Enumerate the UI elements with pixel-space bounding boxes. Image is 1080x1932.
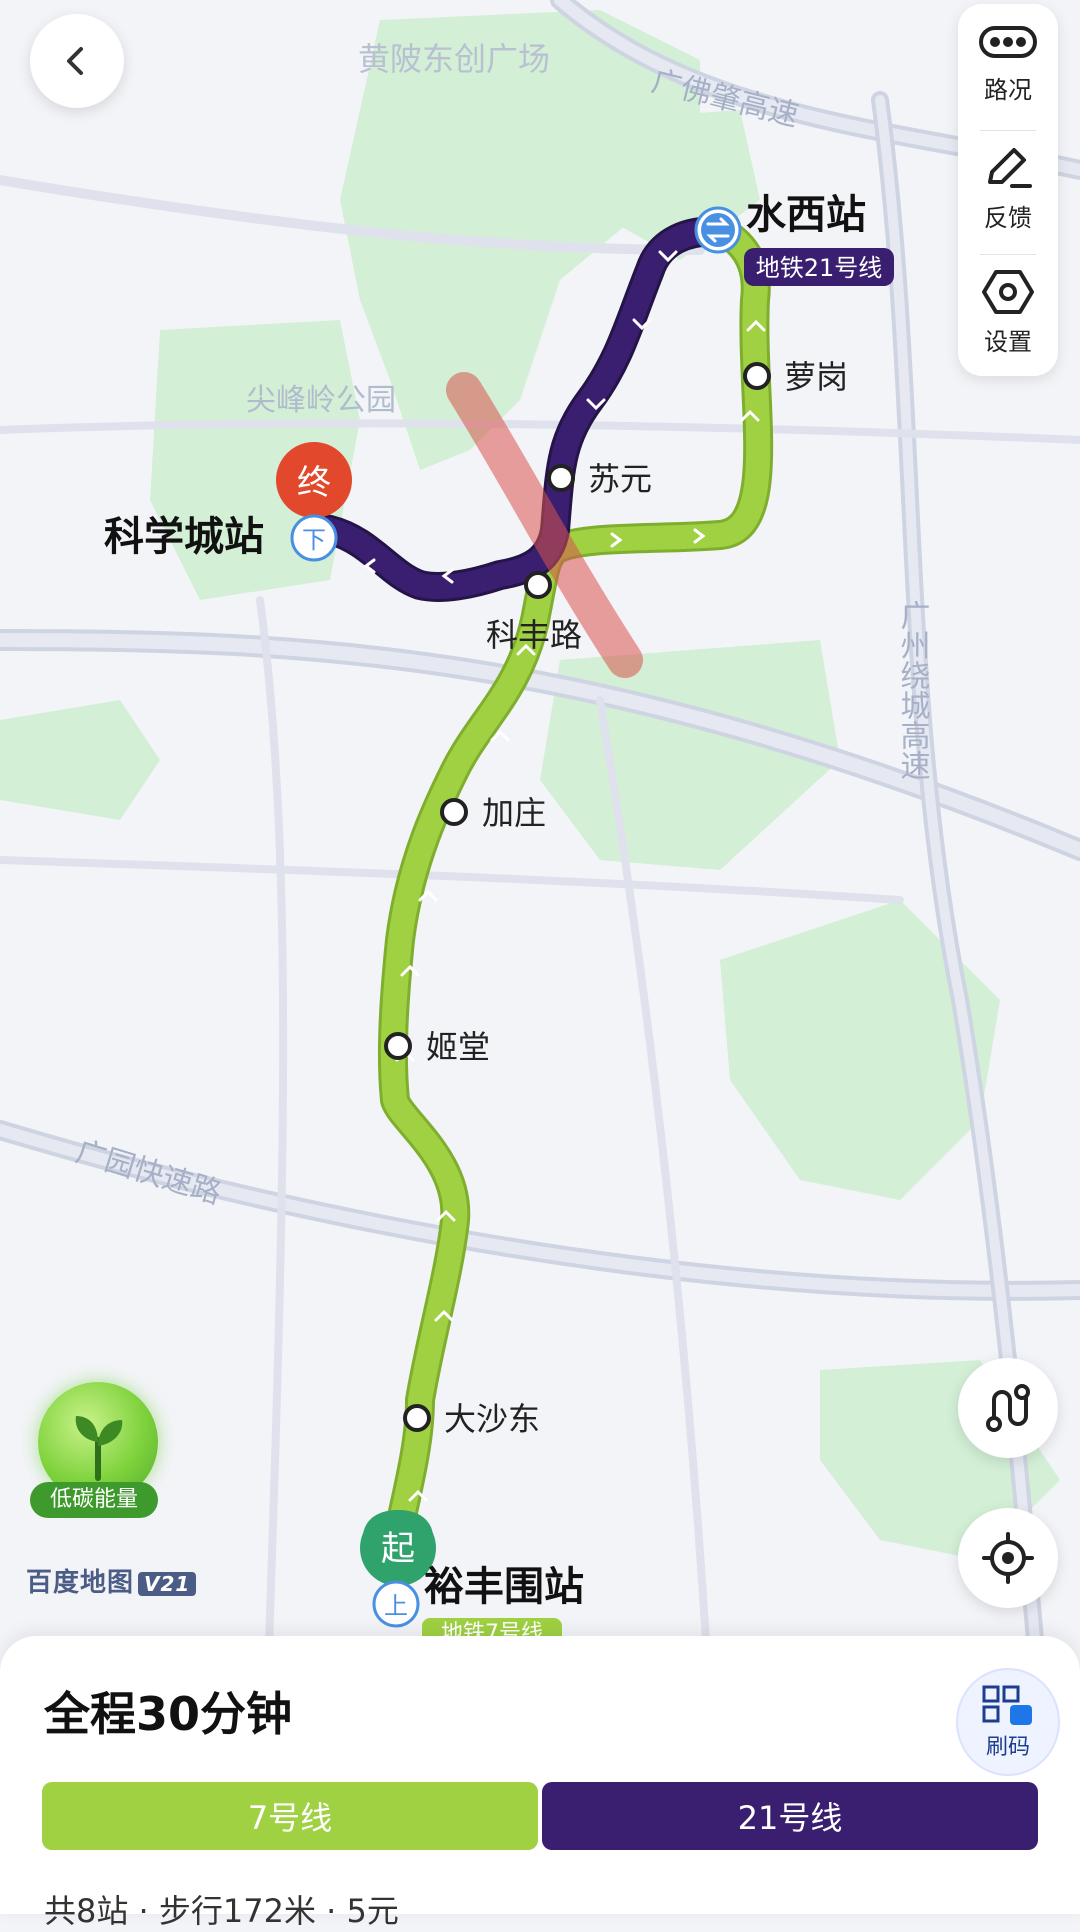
end-station-label: 科学城站: [104, 514, 264, 560]
locate-button[interactable]: [958, 1508, 1058, 1608]
hexagon-gear-icon: [982, 270, 1034, 314]
toolbar-divider: [980, 254, 1036, 255]
brand-name: 百度地图: [26, 1568, 135, 1598]
station-label-luogang: 萝岗: [784, 358, 848, 396]
locate-icon: [982, 1532, 1034, 1584]
end-marker: 终: [297, 463, 331, 503]
brand-watermark: 百度地图 V21: [26, 1562, 197, 1599]
line21-tag: 地铁21号线: [756, 254, 883, 282]
total-time: 全程30分钟: [44, 1687, 293, 1741]
toolbar-divider: [980, 130, 1036, 131]
route-button[interactable]: [958, 1358, 1058, 1458]
alight-icon: 下: [302, 526, 326, 554]
map-canvas[interactable]: 黄陂东创广场 尖峰岭公园 广佛肇高速 广州绕城高速 广园快速路 萝岗 苏元 科丰…: [0, 0, 1080, 1914]
scan-pay-label: 刷码: [985, 1735, 1030, 1760]
traffic-button[interactable]: 路况: [958, 18, 1058, 138]
road-label-2: 广州绕城高速: [895, 600, 931, 780]
start-marker: 起: [381, 1529, 415, 1569]
scan-pay-button[interactable]: 刷码: [956, 1668, 1060, 1776]
map-toolbar: 路况 反馈 设置: [958, 4, 1058, 376]
station-label-jitang: 姬堂: [426, 1028, 490, 1066]
station-label-jiazhuang: 加庄: [482, 794, 546, 832]
carbon-energy-button[interactable]: 低碳能量: [30, 1382, 164, 1518]
segment-line7[interactable]: 7号线: [42, 1782, 538, 1850]
traffic-icon: [979, 26, 1037, 58]
station-label-kefenglu: 科丰路: [486, 616, 582, 654]
feedback-label: 反馈: [984, 204, 1032, 232]
back-button[interactable]: [30, 14, 124, 108]
route-icon: [986, 1384, 1030, 1432]
place-label-1: 黄陂东创广场: [358, 40, 550, 78]
segment-line21[interactable]: 21号线: [542, 1782, 1038, 1850]
start-station-label: 裕丰围站: [424, 1564, 584, 1610]
chevron-left-icon: [67, 47, 83, 75]
pen-icon: [988, 148, 1032, 188]
brand-version: V21: [138, 1572, 197, 1596]
station-label-suyuan: 苏元: [588, 460, 652, 498]
trip-summary: 共8站 · 步行172米 · 5元: [44, 1892, 399, 1930]
qr-code-icon: [982, 1685, 1032, 1725]
carbon-energy-label: 低碳能量: [30, 1482, 158, 1518]
settings-label: 设置: [984, 328, 1032, 356]
place-label-2: 尖峰岭公园: [246, 383, 396, 418]
traffic-label: 路况: [984, 76, 1032, 104]
feedback-button[interactable]: 反馈: [958, 142, 1058, 262]
settings-button[interactable]: 设置: [958, 266, 1058, 386]
board-icon: 上: [384, 1592, 408, 1620]
route-summary-sheet[interactable]: 全程30分钟 刷码 7号线 21号线 共8站 · 步行172米 · 5元: [0, 1636, 1080, 1930]
station-label-dashadong: 大沙东: [444, 1400, 540, 1438]
transfer-station-label: 水西站: [746, 192, 866, 238]
